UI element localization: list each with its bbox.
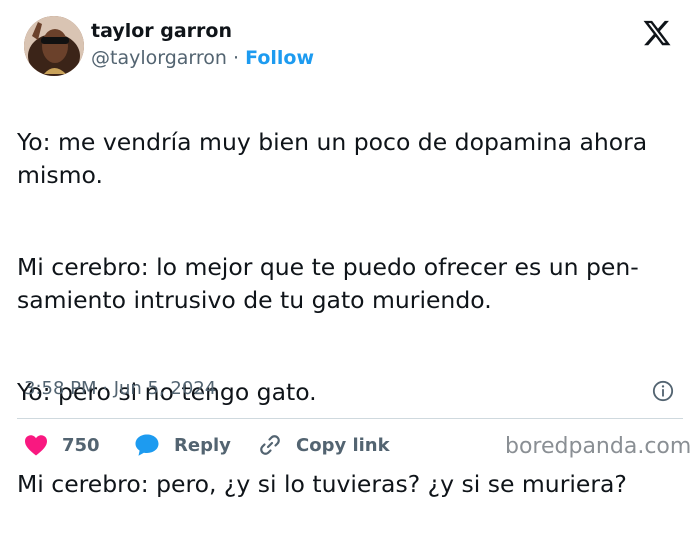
reply-button[interactable]: Reply	[134, 433, 231, 457]
reply-label: Reply	[174, 434, 231, 456]
separator-dot: ·	[233, 47, 240, 69]
tweet-paragraph: Yo: me vendría muy bien un poco de dopam…	[17, 128, 648, 189]
x-logo-icon[interactable]	[640, 18, 674, 48]
author-name[interactable]: taylor garron	[91, 20, 232, 42]
link-icon	[260, 435, 280, 455]
like-button[interactable]: 750	[24, 433, 100, 457]
divider	[17, 418, 683, 419]
tweet-timestamp[interactable]: 3:58 PM · Jun 5, 2024	[24, 378, 216, 399]
heart-icon	[25, 435, 47, 456]
tweet-paragraph: Mi cerebro: lo mejor que te puedo ofrece…	[17, 253, 639, 314]
avatar[interactable]	[24, 16, 84, 76]
reply-bubble-icon	[135, 434, 159, 456]
copy-link-label: Copy link	[296, 434, 390, 456]
copy-link-button[interactable]: Copy link	[258, 433, 390, 457]
tweet-paragraph: Mi cerebro: pero, ¿y si lo tuvieras? ¿y …	[17, 470, 627, 498]
tweet-text: Yo: me vendría muy bien un poco de dopam…	[17, 93, 687, 560]
author-handle-row: @taylorgarron · Follow	[91, 47, 314, 69]
follow-button[interactable]: Follow	[245, 47, 314, 69]
author-handle[interactable]: @taylorgarron	[91, 47, 227, 69]
info-icon[interactable]	[652, 380, 674, 402]
watermark: boredpanda.com	[505, 434, 692, 459]
like-count: 750	[62, 434, 100, 456]
avatar-image	[24, 16, 84, 76]
